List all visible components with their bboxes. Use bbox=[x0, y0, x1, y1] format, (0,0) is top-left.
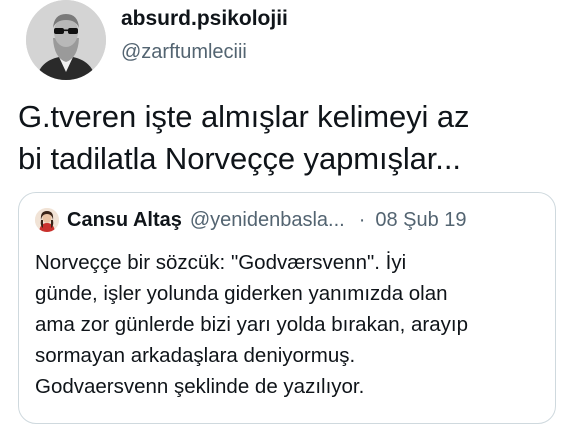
tweet-author: absurd.psikolojii @zarftumleciii bbox=[121, 6, 288, 64]
separator-dot: · bbox=[358, 208, 366, 231]
quoted-author-display-name[interactable]: Cansu Altaş bbox=[67, 209, 182, 232]
quoted-author-handle[interactable]: @yenidenbasla... bbox=[190, 209, 345, 232]
quoted-tweet-date[interactable]: 08 Şub 19 bbox=[375, 209, 466, 232]
profile-photo-icon bbox=[26, 0, 106, 80]
author-avatar[interactable] bbox=[26, 0, 106, 80]
quoted-tweet-card[interactable]: Cansu Altaş @yenidenbasla... · 08 Şub 19… bbox=[18, 192, 556, 424]
profile-photo-icon bbox=[35, 208, 59, 232]
quoted-author-avatar[interactable] bbox=[35, 208, 59, 232]
author-display-name[interactable]: absurd.psikolojii bbox=[121, 6, 288, 32]
author-handle[interactable]: @zarftumleciii bbox=[121, 40, 288, 64]
quoted-tweet-header: Cansu Altaş @yenidenbasla... · 08 Şub 19 bbox=[35, 206, 543, 234]
tweet-text: G.tveren işte almışlar kelimeyi az bi ta… bbox=[18, 99, 470, 176]
quoted-tweet-text: Norveççe bir sözcük: "Godværsvenn". İyi … bbox=[35, 251, 469, 398]
